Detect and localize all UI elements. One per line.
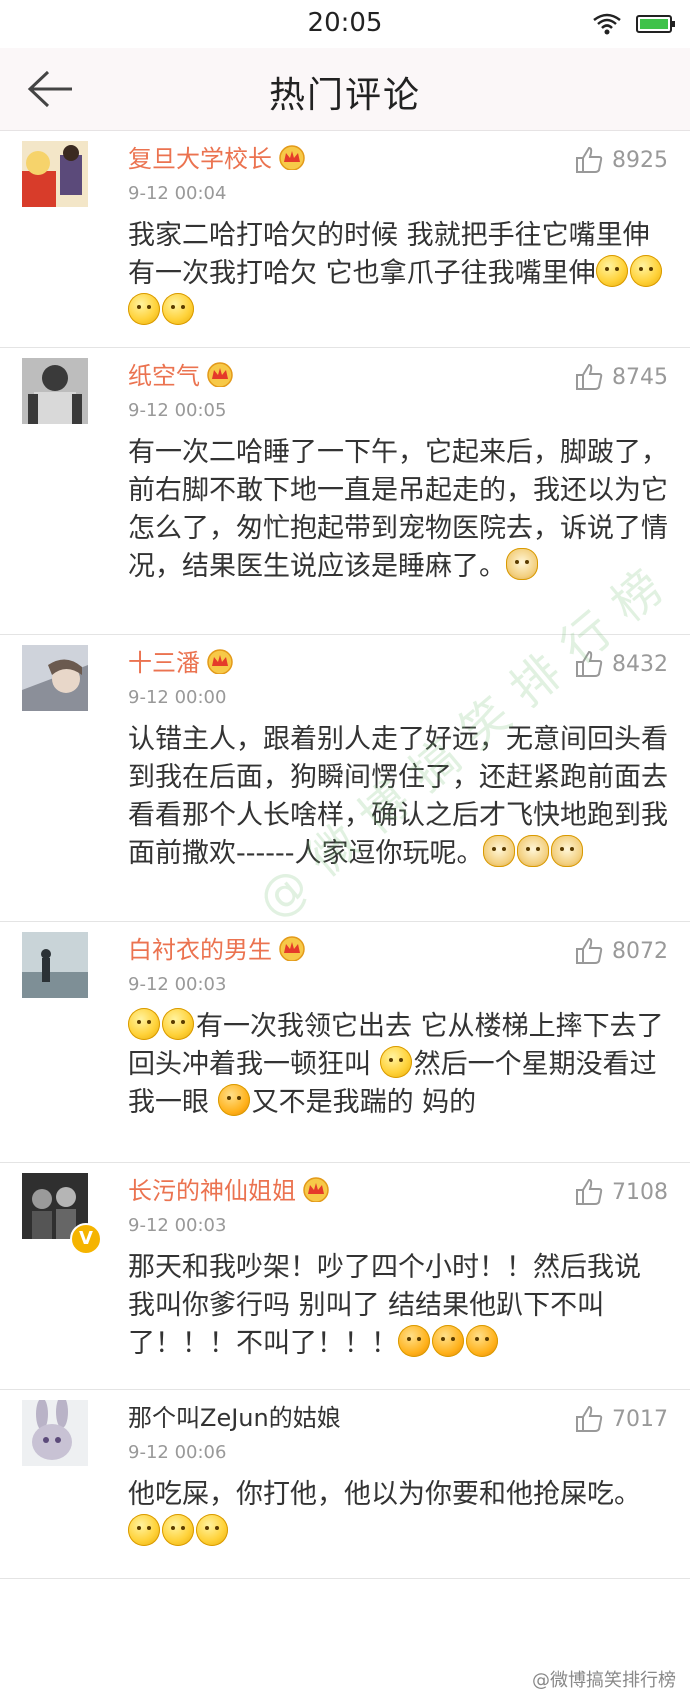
angry-emoji-icon <box>432 1325 464 1357</box>
comment-text: 有一次二哈睡了一下午，它起来后，脚跛了，前右脚不敢下地一直是吊起走的，我还以为它… <box>128 434 668 586</box>
comment-text-content: 我家二哈打哈欠的时候 我就把手往它嘴里伸 有一次我打哈欠 它也拿爪子往我嘴里伸 <box>128 220 650 289</box>
avatar[interactable] <box>22 358 88 424</box>
thinking-emoji-icon <box>162 1514 194 1546</box>
angry-emoji-icon <box>217 1084 250 1116</box>
like-button[interactable]: 8925 <box>574 145 668 175</box>
thumbs-up-icon <box>576 937 603 964</box>
comment-item: 复旦大学校长 9-12 00:04 8925 我家二哈打哈欠的时候 我就把手往它… <box>0 131 690 348</box>
like-button[interactable]: 8072 <box>574 936 668 966</box>
comment-item: 白衬衣的男生 9-12 00:03 8072 有一次我领它出去 它从楼梯上摔下去… <box>0 922 690 1163</box>
smile-emoji-icon <box>162 1008 194 1040</box>
comment-item: 纸空气 9-12 00:05 8745 有一次二哈睡了一下午，它起来后，脚跛了，… <box>0 348 690 635</box>
username[interactable]: 白衬衣的男生 <box>128 930 306 965</box>
timestamp: 9-12 00:05 <box>128 400 227 421</box>
comment-text-content: 又不是我踹的 妈的 <box>251 1087 477 1118</box>
username-text: 白衬衣的男生 <box>128 936 272 964</box>
timestamp: 9-12 00:03 <box>128 974 227 995</box>
comment-text-content: 有一次二哈睡了一下午，它起来后，脚跛了，前右脚不敢下地一直是吊起走的，我还以为它… <box>128 437 668 582</box>
username[interactable]: 长污的神仙姐姐 <box>128 1171 330 1206</box>
avatar[interactable] <box>22 645 88 711</box>
username[interactable]: 纸空气 <box>128 356 234 391</box>
thinking-emoji-icon <box>162 293 194 325</box>
avatar[interactable] <box>22 932 88 998</box>
like-count: 8745 <box>612 364 668 390</box>
crown-icon <box>303 1176 329 1202</box>
thinking-emoji-icon <box>379 1046 412 1078</box>
like-count: 7108 <box>612 1179 668 1205</box>
thumbs-up-icon <box>576 650 603 677</box>
username-text: 复旦大学校长 <box>128 145 272 173</box>
doge-emoji-icon <box>506 548 538 580</box>
thinking-emoji-icon <box>629 255 662 287</box>
thumbs-up-icon <box>576 1405 603 1432</box>
timestamp: 9-12 00:03 <box>128 1215 227 1236</box>
comment-text-content: 认错主人，跟着别人走了好远，无意间回头看到我在后面，狗瞬间愣住了，还赶紧跑前面去… <box>128 724 668 869</box>
username[interactable]: 复旦大学校长 <box>128 139 306 174</box>
username-text: 那个叫ZeJun的姑娘 <box>128 1404 341 1432</box>
like-count: 8925 <box>612 147 668 173</box>
username-text: 十三潘 <box>128 649 200 677</box>
thinking-emoji-icon <box>128 1514 160 1546</box>
like-button[interactable]: 7017 <box>574 1404 668 1434</box>
comment-text-content: 他吃屎，你打他，他以为你要和他抢屎吃。 <box>128 1479 641 1510</box>
timestamp: 9-12 00:06 <box>128 1442 227 1463</box>
like-button[interactable]: 7108 <box>574 1177 668 1207</box>
battery-icon <box>636 15 675 33</box>
bottom-watermark: @微博搞笑排行榜 <box>532 1670 676 1691</box>
like-count: 8072 <box>612 938 668 964</box>
avatar[interactable] <box>22 141 88 207</box>
comment-text: 他吃屎，你打他，他以为你要和他抢屎吃。 <box>128 1476 668 1552</box>
angry-emoji-icon <box>466 1325 498 1357</box>
thinking-emoji-icon <box>128 293 160 325</box>
username[interactable]: 那个叫ZeJun的姑娘 <box>128 1398 341 1433</box>
username-text: 长污的神仙姐姐 <box>128 1177 296 1205</box>
crown-icon <box>207 361 233 387</box>
comment-text-content: 那天和我吵架！吵了四个小时！！然后我说 我叫你爹行吗 别叫了 结结果他趴下不叫了… <box>128 1252 641 1359</box>
verified-badge-icon: V <box>70 1223 102 1255</box>
page-title: 热门评论 <box>268 75 421 116</box>
like-count: 7017 <box>612 1406 668 1432</box>
thumbs-up-icon <box>576 146 603 173</box>
thumbs-up-icon <box>576 1178 603 1205</box>
like-button[interactable]: 8745 <box>574 362 668 392</box>
comment-item: V 长污的神仙姐姐 9-12 00:03 7108 那天和我吵架！吵了四个小时！… <box>0 1163 690 1390</box>
wifi-icon <box>593 13 621 35</box>
doge-emoji-icon <box>551 835 584 867</box>
comment-text: 我家二哈打哈欠的时候 我就把手往它嘴里伸 有一次我打哈欠 它也拿爪子往我嘴里伸 <box>128 217 668 331</box>
doge-emoji-icon <box>483 835 516 867</box>
nav-bar: 热门评论 <box>0 48 690 131</box>
comment-text: 有一次我领它出去 它从楼梯上摔下去了 回头冲着我一顿狂叫 然后一个星期没看过我一… <box>128 1008 668 1122</box>
like-count: 8432 <box>612 651 668 677</box>
smile-emoji-icon <box>128 1008 160 1040</box>
username[interactable]: 十三潘 <box>128 643 234 678</box>
crown-icon <box>207 648 233 674</box>
comment-text: 那天和我吵架！吵了四个小时！！然后我说 我叫你爹行吗 别叫了 结结果他趴下不叫了… <box>128 1249 668 1363</box>
status-bar: 20:05 <box>0 0 690 48</box>
like-button[interactable]: 8432 <box>574 649 668 679</box>
status-time: 20:05 <box>307 8 383 38</box>
timestamp: 9-12 00:04 <box>128 183 227 204</box>
thinking-emoji-icon <box>595 255 628 287</box>
comment-item: 那个叫ZeJun的姑娘 9-12 00:06 7017 他吃屎，你打他，他以为你… <box>0 1390 690 1579</box>
thinking-emoji-icon <box>196 1514 228 1546</box>
crown-icon <box>279 935 305 961</box>
avatar[interactable] <box>22 1400 88 1466</box>
crown-icon <box>279 144 305 170</box>
comment-item: 十三潘 9-12 00:00 8432 认错主人，跟着别人走了好远，无意间回头看… <box>0 635 690 922</box>
angry-emoji-icon <box>398 1325 430 1357</box>
doge-emoji-icon <box>517 835 550 867</box>
thumbs-up-icon <box>576 363 603 390</box>
username-text: 纸空气 <box>128 362 200 390</box>
comment-text: 认错主人，跟着别人走了好远，无意间回头看到我在后面，狗瞬间愣住了，还赶紧跑前面去… <box>128 721 668 873</box>
timestamp: 9-12 00:00 <box>128 687 227 708</box>
